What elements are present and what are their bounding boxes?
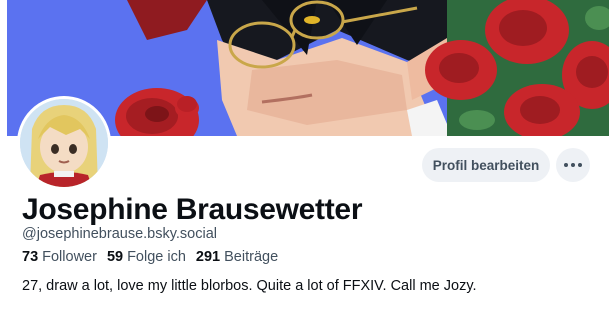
following-stat[interactable]: 59 Folge ich: [107, 249, 186, 265]
avatar-illustration: [20, 99, 108, 187]
ellipsis-horizontal-icon: [564, 163, 582, 167]
edit-profile-button[interactable]: Profil bearbeiten: [422, 148, 550, 182]
following-label: Folge ich: [127, 249, 186, 265]
more-options-button[interactable]: [556, 148, 590, 182]
profile-stats: 73 Follower 59 Folge ich 291 Beiträge: [22, 249, 278, 265]
profile-header: Profil bearbeiten Josephine Brausewetter…: [0, 0, 609, 312]
followers-label: Follower: [42, 249, 97, 265]
followers-count: 73: [22, 249, 39, 265]
posts-count: 291: [195, 249, 221, 265]
followers-stat[interactable]: 73 Follower: [22, 249, 97, 265]
avatar[interactable]: [17, 96, 111, 190]
handle: @josephinebrause.bsky.social: [22, 226, 217, 242]
following-count: 59: [106, 249, 124, 265]
display-name: Josephine Brausewetter: [22, 193, 363, 226]
posts-stat: 291 Beiträge: [196, 249, 278, 265]
profile-bio: 27, draw a lot, love my little blorbos. …: [22, 278, 477, 294]
posts-label: Beiträge: [224, 249, 279, 265]
